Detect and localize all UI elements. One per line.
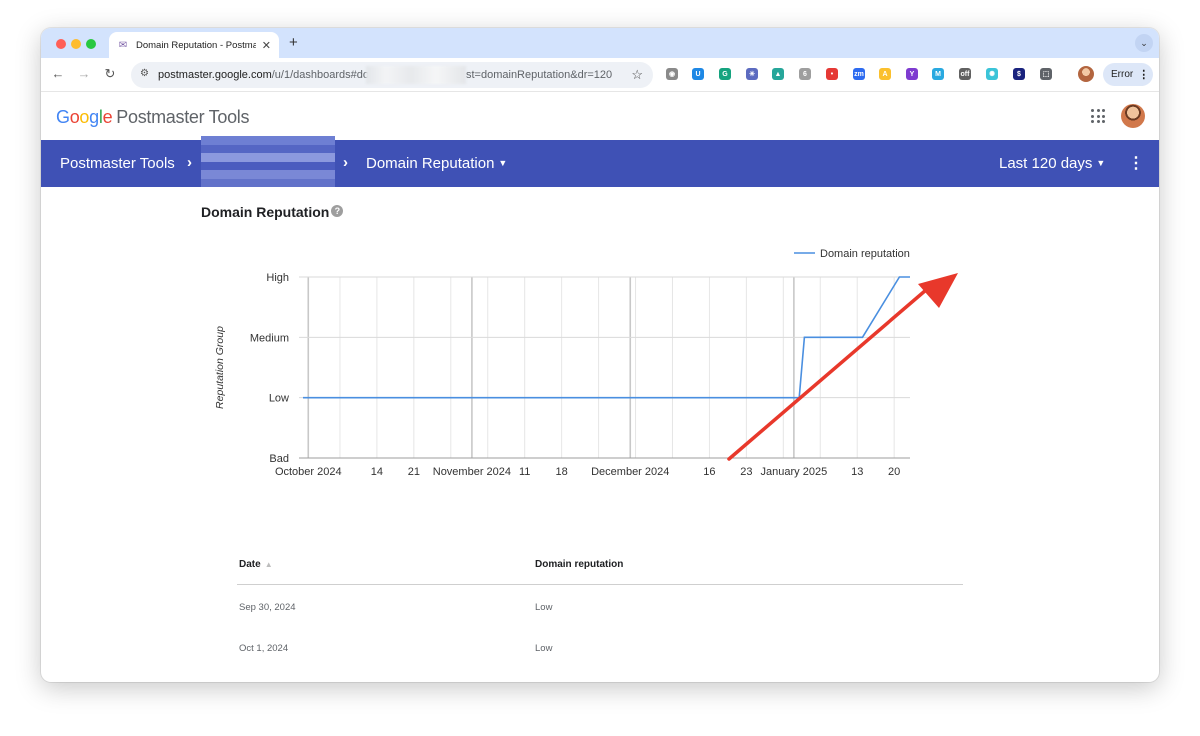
url-redaction bbox=[366, 66, 466, 84]
forward-icon[interactable]: → bbox=[75, 66, 93, 81]
cell-date: Sep 30, 2024 bbox=[239, 602, 296, 613]
profile-avatar-small[interactable] bbox=[1078, 66, 1094, 82]
tab-search-icon[interactable]: ⌄ bbox=[1135, 34, 1153, 52]
y-tick-label: Bad bbox=[269, 453, 289, 465]
date-range-dropdown[interactable]: Last 120 days ▼ bbox=[999, 155, 1105, 172]
browser-tab[interactable]: ✉ Domain Reputation - Postmaster Tools ✕ bbox=[109, 32, 279, 58]
x-tick-label: December 2024 bbox=[591, 466, 669, 478]
lastpass-icon[interactable]: • bbox=[826, 68, 838, 80]
x-tick-label: January 2025 bbox=[761, 466, 828, 478]
breadcrumb-root[interactable]: Postmaster Tools bbox=[60, 155, 175, 172]
x-tick-label: November 2024 bbox=[433, 466, 511, 478]
x-tick-label: 16 bbox=[703, 466, 715, 478]
y-tick-label: Medium bbox=[250, 332, 289, 344]
cell-reputation: Low bbox=[535, 643, 553, 654]
zoom-icon[interactable]: zm bbox=[853, 68, 865, 80]
tab-title: Domain Reputation - Postmaster Tools bbox=[136, 39, 256, 51]
more-options-icon[interactable]: ⋮ bbox=[1128, 153, 1144, 173]
x-tick-label: 21 bbox=[408, 466, 420, 478]
domain-reputation-chart: Bad Low Medium High Reputation Group October … bbox=[214, 248, 958, 478]
address-bar[interactable]: ⚙ postmaster.google.com/u/1/dashboards#d… bbox=[131, 62, 653, 88]
google-logo[interactable]: Google Postmaster Tools bbox=[56, 107, 250, 128]
chevron-right-icon: › bbox=[343, 154, 348, 171]
m-extension-icon[interactable]: M bbox=[932, 68, 944, 80]
alert-icon[interactable]: A bbox=[879, 68, 891, 80]
annotation-arrow-head bbox=[918, 273, 958, 308]
close-window-button[interactable] bbox=[56, 39, 66, 49]
postmaster-icon: ✉ bbox=[118, 39, 128, 51]
yahoo-icon[interactable]: Y bbox=[906, 68, 918, 80]
url-text: postmaster.google.com/u/1/dashboards#do= bbox=[158, 69, 376, 81]
column-header-date[interactable]: Date ▲ bbox=[239, 559, 273, 570]
box-icon[interactable]: 6 bbox=[799, 68, 811, 80]
back-icon[interactable]: ← bbox=[49, 66, 67, 81]
breadcrumb: Postmaster Tools › › Domain Reputation ▼ … bbox=[41, 136, 1159, 187]
cell-reputation: Low bbox=[535, 602, 553, 613]
shield-extension-icon[interactable]: $ bbox=[1013, 68, 1025, 80]
sort-asc-icon: ▲ bbox=[264, 560, 273, 569]
account-avatar[interactable] bbox=[1121, 104, 1145, 128]
dashboard-dropdown[interactable]: Domain Reputation ▼ bbox=[366, 155, 507, 172]
column-header-reputation[interactable]: Domain reputation bbox=[535, 559, 623, 570]
u-extension-icon[interactable]: U bbox=[692, 68, 704, 80]
maximize-window-button[interactable] bbox=[86, 39, 96, 49]
google-apps-icon[interactable] bbox=[1091, 109, 1105, 123]
minimize-window-button[interactable] bbox=[71, 39, 81, 49]
table-header-row: Date ▲ Domain reputation bbox=[237, 548, 963, 585]
browser-toolbar: ← → ↻ ⚙ postmaster.google.com/u/1/dashbo… bbox=[41, 58, 1159, 92]
product-name: Postmaster Tools bbox=[116, 107, 250, 127]
profile-error-button[interactable]: Error ⋮ bbox=[1103, 63, 1153, 86]
site-settings-icon[interactable]: ⚙ bbox=[140, 68, 149, 79]
close-tab-icon[interactable]: ✕ bbox=[262, 39, 271, 52]
table-row: Sep 30, 2024 Low bbox=[237, 585, 963, 626]
redacted-domain-selector[interactable] bbox=[201, 136, 335, 187]
x-tick-label: 18 bbox=[556, 466, 568, 478]
help-icon[interactable]: ? bbox=[331, 205, 344, 217]
browser-window: ✉ Domain Reputation - Postmaster Tools ✕… bbox=[41, 28, 1159, 682]
x-tick-label: October 2024 bbox=[275, 466, 342, 478]
puzzle-icon[interactable]: ⬚ bbox=[1040, 68, 1052, 80]
page-header: Google Postmaster Tools bbox=[41, 93, 1159, 140]
reputation-table: Date ▲ Domain reputation Sep 30, 2024 Low… bbox=[237, 548, 963, 667]
y-axis-title: Reputation Group bbox=[214, 326, 226, 409]
cell-date: Oct 1, 2024 bbox=[239, 643, 289, 654]
y-tick-label: High bbox=[266, 272, 289, 284]
browser-menu-icon[interactable]: ⋮ bbox=[1138, 68, 1149, 81]
react-icon[interactable]: ✺ bbox=[986, 68, 998, 80]
x-tick-label: 13 bbox=[851, 466, 863, 478]
x-tick-label: 14 bbox=[371, 466, 383, 478]
tab-strip: ✉ Domain Reputation - Postmaster Tools ✕… bbox=[41, 28, 1159, 58]
x-tick-label: 11 bbox=[519, 466, 530, 478]
camera-icon[interactable]: ◉ bbox=[666, 68, 678, 80]
toggle-off-icon[interactable]: off bbox=[959, 68, 971, 80]
bookmark-star-icon[interactable]: ☆ bbox=[631, 67, 643, 83]
grammarly-icon[interactable]: G bbox=[719, 68, 731, 80]
new-tab-icon[interactable]: + bbox=[289, 34, 298, 51]
x-tick-label: 20 bbox=[888, 466, 900, 478]
legend-label: Domain reputation bbox=[820, 248, 910, 260]
profile-status-label: Error bbox=[1111, 69, 1134, 80]
snowflake-icon[interactable]: ✳ bbox=[746, 68, 758, 80]
x-tick-label: 23 bbox=[740, 466, 752, 478]
reload-icon[interactable]: ↻ bbox=[101, 66, 119, 82]
section-title: Domain Reputation? bbox=[201, 204, 344, 220]
map-icon[interactable]: ▲ bbox=[772, 68, 784, 80]
chevron-right-icon: › bbox=[187, 154, 192, 171]
dropdown-caret-icon: ▼ bbox=[498, 158, 508, 168]
url-text-end: st=domainReputation&dr=120 bbox=[466, 69, 613, 81]
annotation-arrow-shaft bbox=[727, 288, 928, 461]
dropdown-caret-icon: ▼ bbox=[1096, 158, 1106, 168]
y-tick-label: Low bbox=[269, 393, 289, 405]
table-row: Oct 1, 2024 Low bbox=[237, 626, 963, 667]
